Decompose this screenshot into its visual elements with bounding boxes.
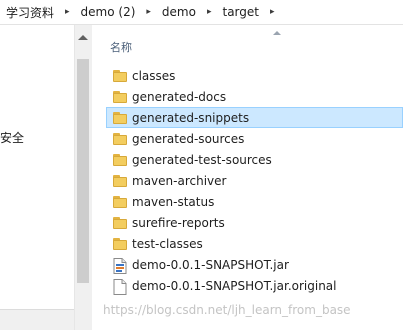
column-header-name[interactable]: 名称 [110, 39, 132, 55]
list-item[interactable]: generated-sources [106, 128, 403, 149]
folder-icon [113, 216, 129, 230]
breadcrumb-separator-icon[interactable]: ▸ [65, 7, 70, 17]
file-name: generated-test-sources [132, 153, 272, 167]
folder-icon [113, 90, 129, 104]
list-item[interactable]: demo-0.0.1-SNAPSHOT.jar [106, 254, 403, 275]
file-name: test-classes [132, 237, 203, 251]
file-name: surefire-reports [132, 216, 225, 230]
folder-icon [113, 111, 129, 125]
sort-ascending-icon [273, 31, 281, 35]
file-name: demo-0.0.1-SNAPSHOT.jar [132, 258, 289, 272]
breadcrumb-item-demo2[interactable]: demo (2) [79, 5, 138, 19]
file-name: generated-snippets [132, 111, 250, 125]
list-item[interactable]: demo-0.0.1-SNAPSHOT.jar.original [106, 275, 403, 296]
list-item[interactable]: generated-test-sources [106, 149, 403, 170]
breadcrumb-item-target[interactable]: target [220, 5, 261, 19]
scroll-up-arrow-icon[interactable] [78, 35, 88, 40]
file-list-pane: 名称 classes generated-docs generated-snip… [92, 25, 403, 330]
folder-icon [113, 153, 129, 167]
file-name: generated-docs [132, 90, 227, 104]
folder-icon [113, 237, 129, 251]
watermark-url: https://blog.csdn.net/ljh_learn_from_bas… [103, 303, 351, 317]
list-item-selected[interactable]: generated-snippets [106, 107, 403, 128]
list-item[interactable]: maven-archiver [106, 170, 403, 191]
folder-icon [113, 69, 129, 83]
file-name: maven-archiver [132, 174, 227, 188]
nav-item-security[interactable]: 安全 [0, 129, 24, 146]
list-item[interactable]: test-classes [106, 233, 403, 254]
file-list: classes generated-docs generated-snippet… [106, 65, 403, 296]
list-item[interactable]: surefire-reports [106, 212, 403, 233]
folder-icon [113, 132, 129, 146]
breadcrumb-item-study-materials[interactable]: 学习资料 [4, 4, 56, 21]
list-item[interactable]: classes [106, 65, 403, 86]
breadcrumb-separator-icon[interactable]: ▸ [270, 7, 275, 17]
breadcrumb-separator-icon[interactable]: ▸ [207, 7, 212, 17]
file-name: classes [132, 69, 176, 83]
nav-vertical-scrollbar[interactable] [74, 25, 92, 330]
breadcrumb: 学习资料 ▸ demo (2) ▸ demo ▸ target ▸ [0, 0, 403, 25]
navigation-pane: 安全 [0, 25, 74, 330]
file-name: demo-0.0.1-SNAPSHOT.jar.original [132, 279, 337, 293]
breadcrumb-item-demo[interactable]: demo [160, 5, 198, 19]
generic-file-icon [113, 279, 129, 295]
nav-horizontal-scrollbar[interactable] [0, 309, 74, 330]
folder-icon [113, 174, 129, 188]
breadcrumb-separator-icon[interactable]: ▸ [146, 7, 151, 17]
list-item[interactable]: maven-status [106, 191, 403, 212]
file-name: generated-sources [132, 132, 245, 146]
list-item[interactable]: generated-docs [106, 86, 403, 107]
file-name: maven-status [132, 195, 215, 209]
scrollbar-thumb[interactable] [77, 59, 89, 283]
folder-icon [113, 195, 129, 209]
jar-file-icon [113, 258, 129, 274]
explorer-window: 学习资料 ▸ demo (2) ▸ demo ▸ target ▸ 安全 名称 … [0, 0, 403, 330]
